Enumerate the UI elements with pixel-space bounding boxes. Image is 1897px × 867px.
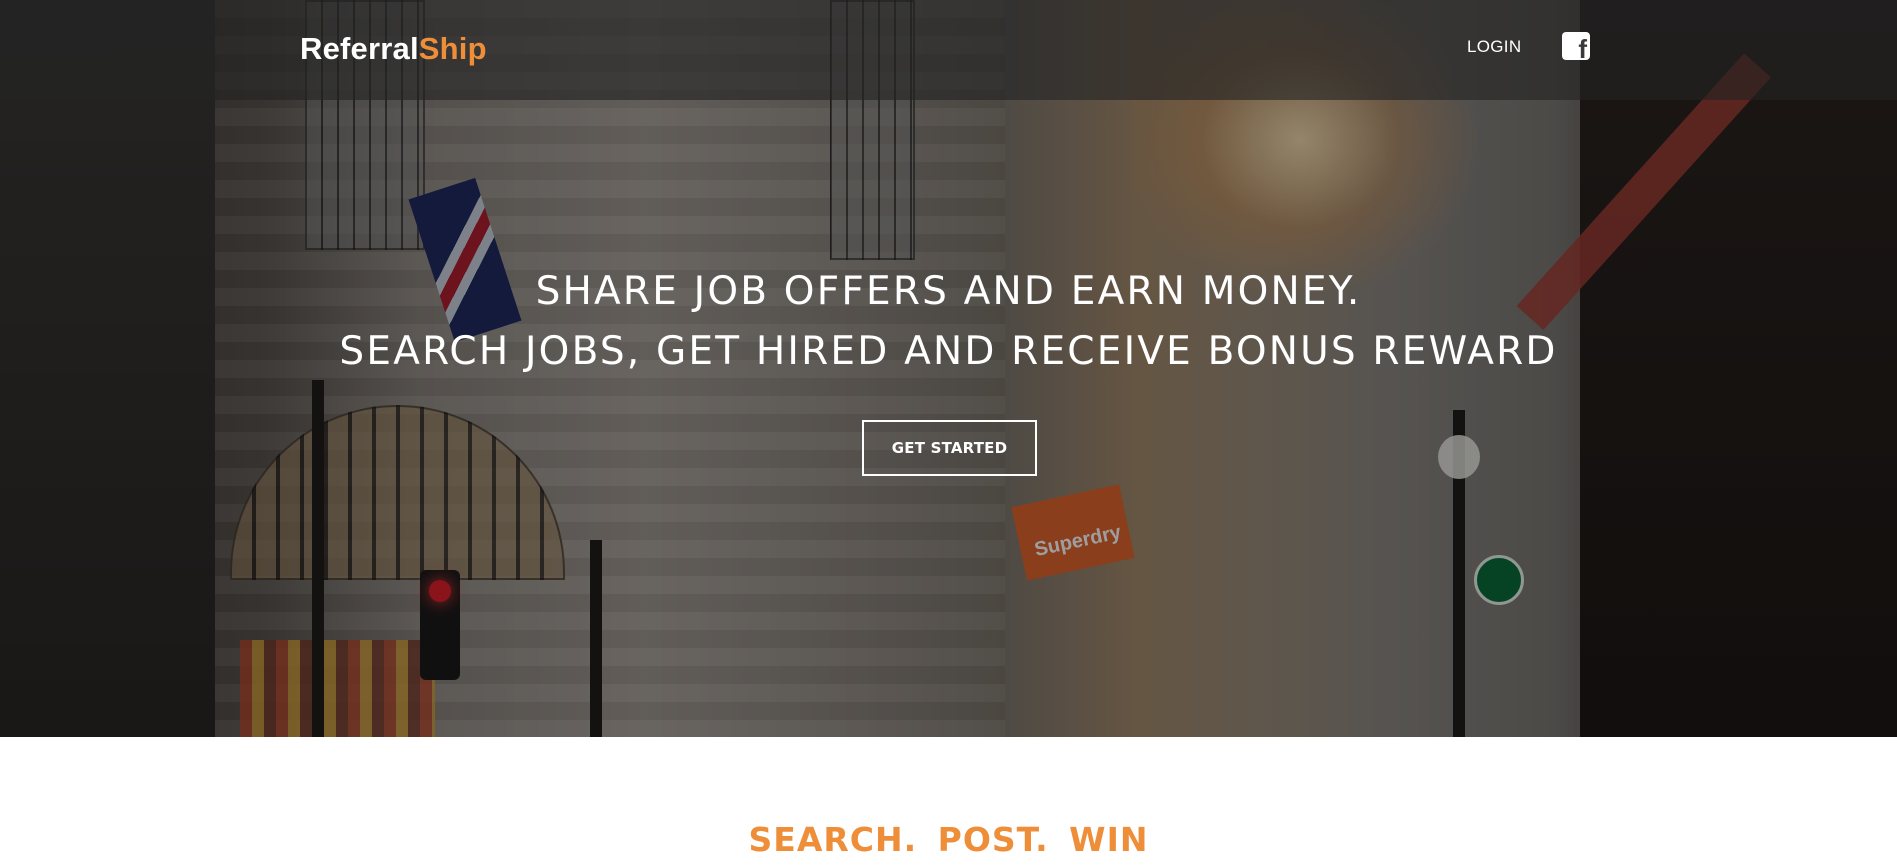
brand-logo[interactable]: ReferralShip: [300, 31, 487, 67]
headline-line-2: SEARCH JOBS, GET HIRED AND RECEIVE BONUS…: [339, 329, 1558, 374]
brand-name-second: Ship: [418, 31, 487, 66]
login-link[interactable]: LOGIN: [1467, 37, 1521, 57]
hero-headline: SHARE JOB OFFERS AND EARN MONEY. SEARCH …: [0, 262, 1897, 382]
section-title: SEARCH. POST. WIN: [748, 820, 1149, 859]
top-navigation-bar: ReferralShip LOGIN f: [0, 0, 1897, 100]
facebook-icon[interactable]: f: [1562, 32, 1590, 60]
facebook-glyph: f: [1578, 34, 1587, 60]
hero-section: Superdry SHARE JOB OFFERS AND EARN MONEY…: [0, 0, 1897, 737]
headline-line-1: SHARE JOB OFFERS AND EARN MONEY.: [535, 269, 1362, 314]
brand-name-first: Referral: [300, 31, 419, 66]
get-started-button[interactable]: GET STARTED: [862, 420, 1037, 476]
